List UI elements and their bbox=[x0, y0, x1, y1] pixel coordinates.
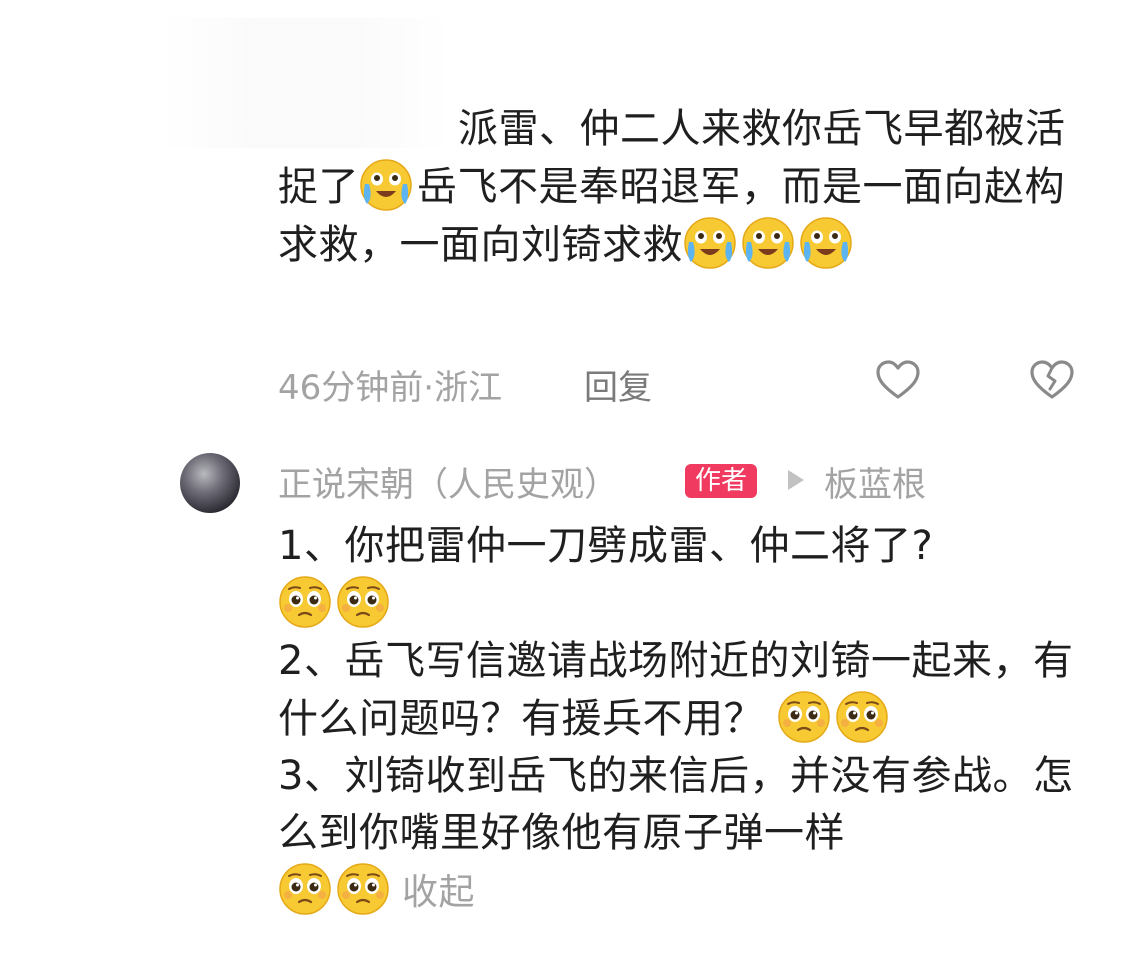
author-comment-line-1: 1、你把雷仲一刀劈成雷、仲二将了? bbox=[278, 518, 1098, 575]
author-comment-line-2: 2、岳飞写信邀请战场附近的刘锜一起来，有什么问题吗？有援兵不用？ bbox=[278, 633, 1098, 748]
crying-face-emoji-icon bbox=[799, 216, 853, 270]
reply-comment-body: 派雷、仲二人来救你岳飞早都被活捉了 岳飞不是奉昭退军，而是一面向赵构求救，一面向… bbox=[278, 100, 1078, 274]
pleading-face-emoji-icon bbox=[777, 690, 831, 744]
line1-text: 1、你把雷仲一刀劈成雷、仲二将了? bbox=[278, 523, 934, 569]
crying-face-emoji-icon bbox=[741, 216, 795, 270]
pleading-face-emoji-icon bbox=[278, 862, 332, 916]
line3-text: 3、刘锜收到岳飞的来信后，并没有参战。怎么到你嘴里好像他有原子弹一样 bbox=[278, 753, 1074, 856]
crying-face-emoji-icon bbox=[359, 158, 413, 212]
emoji-row-3: 收起 bbox=[278, 862, 1098, 921]
pleading-face-emoji-icon bbox=[336, 862, 390, 916]
reply-button[interactable]: 回复 bbox=[584, 360, 652, 409]
author-comment-line-3: 3、刘锜收到岳飞的来信后，并没有参战。怎么到你嘴里好像他有原子弹一样 bbox=[278, 748, 1098, 862]
line2-text: 2、岳飞写信邀请战场附近的刘锜一起来，有什么问题吗？有援兵不用？ bbox=[278, 638, 1074, 742]
pleading-face-emoji-icon bbox=[278, 575, 332, 629]
avatar[interactable] bbox=[180, 453, 240, 513]
reply-arrow-icon bbox=[788, 470, 804, 490]
reply-meta-row: 46分钟前·浙江 回复 bbox=[278, 352, 1098, 412]
pleading-face-emoji-icon bbox=[336, 575, 390, 629]
heart-icon[interactable] bbox=[874, 356, 922, 404]
author-comment-header: 正说宋朝（人民史观） 作者 板蓝根 bbox=[278, 455, 1098, 505]
reply-to-username[interactable]: 板蓝根 bbox=[824, 457, 926, 506]
broken-heart-icon[interactable] bbox=[1028, 356, 1076, 404]
author-comment-body: 1、你把雷仲一刀劈成雷、仲二将了? 2、岳飞写信邀请战场附近的刘锜一起来，有什么… bbox=[278, 518, 1098, 921]
pleading-face-emoji-icon bbox=[835, 690, 889, 744]
reply-time-location: 46分钟前·浙江 bbox=[278, 368, 503, 408]
author-name[interactable]: 正说宋朝（人民史观） bbox=[278, 457, 618, 506]
author-badge: 作者 bbox=[685, 464, 758, 498]
crying-face-emoji-icon bbox=[683, 216, 737, 270]
collapse-button[interactable]: 收起 bbox=[402, 872, 475, 913]
emoji-row-1 bbox=[278, 575, 1098, 633]
